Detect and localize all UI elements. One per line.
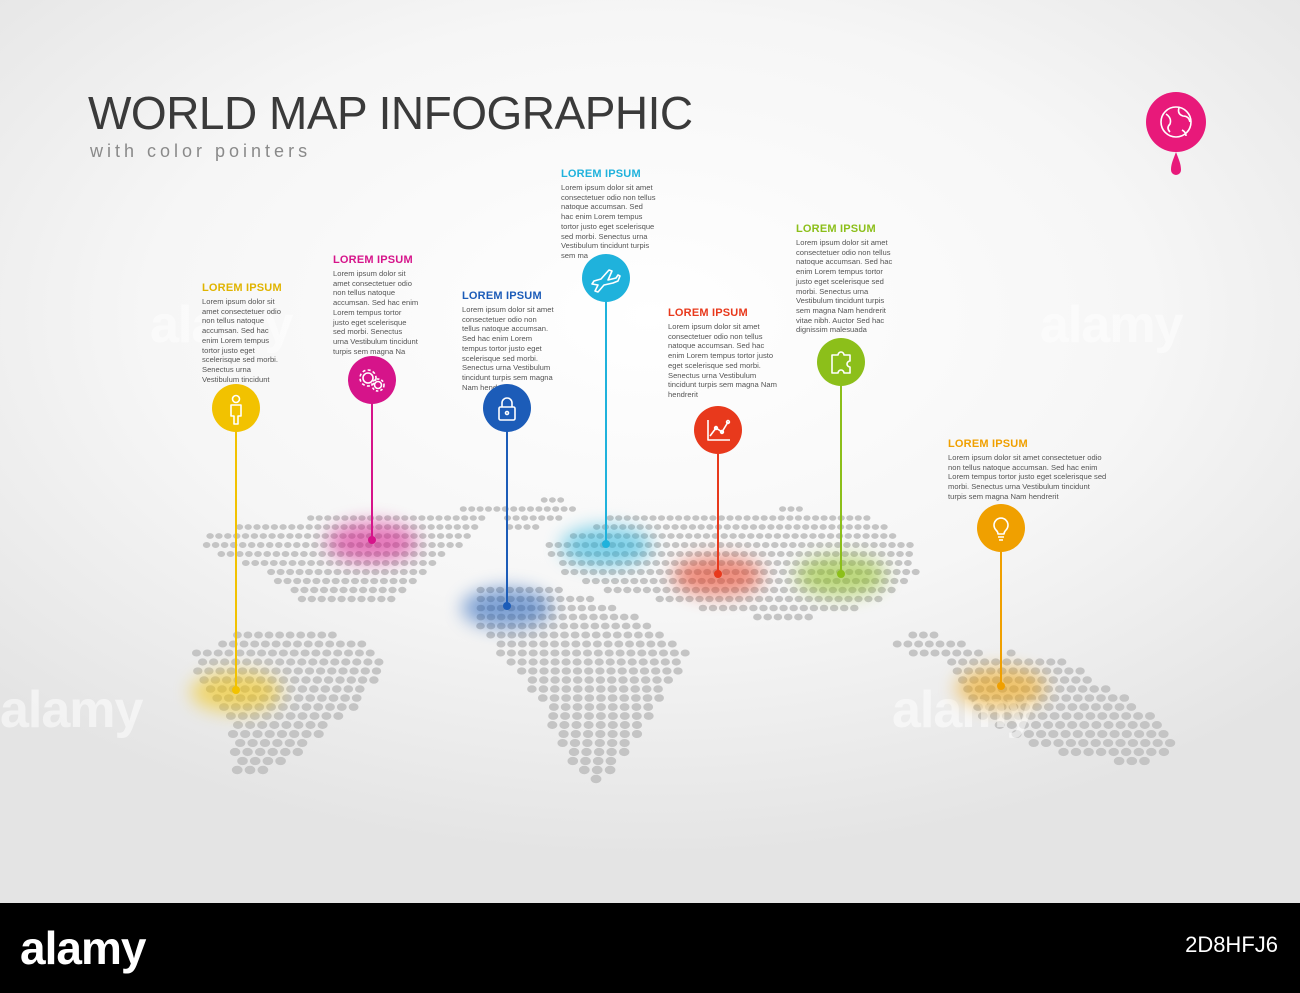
page-title: WORLD MAP INFOGRAPHIC — [88, 87, 693, 139]
pointer-tip — [368, 536, 376, 544]
watermark-text: alamy — [1040, 296, 1183, 354]
pointer-head — [582, 254, 630, 302]
info-body: Lorem ipsum dolor sit amet consectetuer … — [561, 183, 656, 260]
info-body: Lorem ipsum dolor sit amet consectetuer … — [333, 269, 419, 356]
watermark-text: alamy — [0, 681, 143, 739]
info-block-6: LOREM IPSUM Lorem ipsum dolor sit amet c… — [796, 223, 894, 335]
pointer-stem — [605, 298, 607, 544]
pointer-head — [694, 406, 742, 454]
pointer-stem — [371, 400, 373, 540]
info-block-1: LOREM IPSUM Lorem ipsum dolor sit amet c… — [202, 282, 284, 384]
info-heading: LOREM IPSUM — [462, 290, 542, 302]
info-body: Lorem ipsum dolor sit amet consectetuer … — [202, 297, 281, 384]
globe-pointer — [1146, 92, 1206, 175]
info-heading: LOREM IPSUM — [948, 438, 1028, 450]
info-block-5: LOREM IPSUM Lorem ipsum dolor sit amet c… — [668, 307, 780, 400]
pointer-head — [817, 338, 865, 386]
lock-icon — [498, 397, 516, 421]
person-icon — [230, 394, 242, 425]
pointer-tip — [997, 682, 1005, 690]
infographic-canvas: WORLD MAP INFOGRAPHIC with color pointer… — [0, 0, 1300, 903]
pointer-head — [348, 356, 396, 404]
info-block-4: LOREM IPSUM Lorem ipsum dolor sit amet c… — [561, 168, 657, 261]
pointer-tip — [232, 686, 240, 694]
info-heading: LOREM IPSUM — [796, 223, 876, 235]
pointer-tip — [837, 570, 845, 578]
pointer-stem — [1000, 548, 1002, 686]
airplane-icon — [591, 269, 621, 293]
pointer-stem — [840, 382, 842, 574]
page-subtitle: with color pointers — [90, 141, 312, 161]
pointer-stem — [506, 428, 508, 606]
lightbulb-icon — [993, 517, 1009, 541]
info-heading: LOREM IPSUM — [202, 282, 282, 294]
info-body: Lorem ipsum dolor sit amet consectetuer … — [462, 305, 554, 392]
pointer-head — [483, 384, 531, 432]
info-body: Lorem ipsum dolor sit amet consectetuer … — [796, 238, 893, 335]
info-body: Lorem ipsum dolor sit amet consectetuer … — [948, 453, 1107, 501]
pointer-head — [212, 384, 260, 432]
pointer-tip — [714, 570, 722, 578]
info-heading: LOREM IPSUM — [561, 168, 641, 180]
pointer-stem — [235, 428, 237, 690]
pointer-stem — [717, 450, 719, 574]
pointer-tip — [602, 540, 610, 548]
alamy-logo: alamy — [20, 922, 146, 974]
chart-icon — [707, 419, 731, 441]
pointer-tip — [503, 602, 511, 610]
gears-icon — [359, 369, 385, 392]
info-heading: LOREM IPSUM — [668, 307, 748, 319]
watermark-bar: alamy 2D8HFJ6 — [0, 903, 1300, 993]
puzzle-icon — [831, 351, 851, 374]
image-id: 2D8HFJ6 — [1185, 932, 1278, 957]
info-heading: LOREM IPSUM — [333, 254, 413, 266]
info-block-3: LOREM IPSUM Lorem ipsum dolor sit amet c… — [462, 290, 554, 392]
info-block-2: LOREM IPSUM Lorem ipsum dolor sit amet c… — [333, 254, 419, 356]
info-block-7: LOREM IPSUM Lorem ipsum dolor sit amet c… — [948, 438, 1108, 502]
pointer-head — [977, 504, 1025, 552]
info-body: Lorem ipsum dolor sit amet consectetuer … — [668, 322, 777, 399]
